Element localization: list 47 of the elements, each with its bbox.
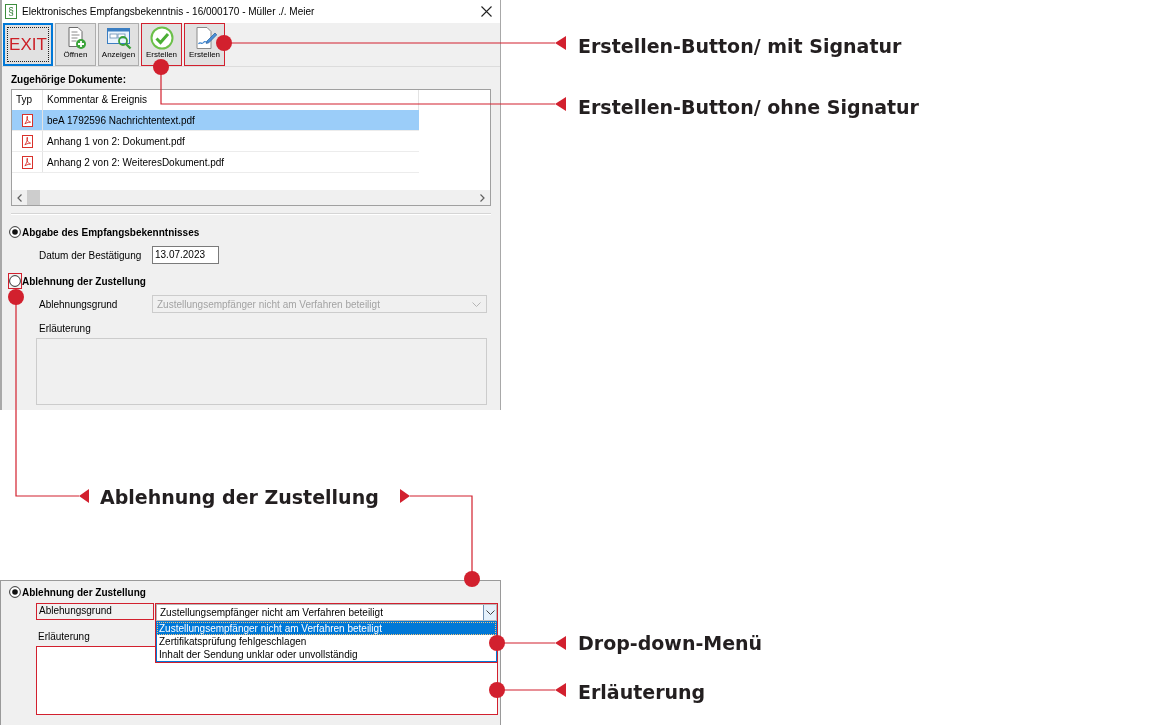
radio-button[interactable]: [9, 226, 21, 238]
chevron-left-icon: [17, 193, 22, 202]
field-label: Erläuterung: [38, 630, 90, 643]
dropdown-option[interactable]: Zustellungsempfänger nicht am Verfahren beteiligt: [157, 622, 496, 635]
file-name: Anhang 1 von 2: Dokument.pdf: [46, 135, 185, 147]
option-label: Ablehnung der Zustellung: [22, 586, 146, 598]
chevron-right-icon: [480, 193, 485, 202]
app-icon: §: [5, 4, 17, 19]
close-button[interactable]: [481, 6, 492, 17]
callout-label: Ablehnung der Zustellung: [100, 486, 379, 508]
open-button[interactable]: Öffnen: [55, 23, 96, 66]
dropdown-field[interactable]: Zustellungsempfänger nicht am Verfahren beteiligt: [156, 604, 497, 621]
callout-label: Erstellen-Button/ ohne Signatur: [578, 96, 919, 118]
dropdown-option[interactable]: Inhalt der Sendung unklar oder unvollständig: [157, 648, 360, 661]
view-button[interactable]: Anzeigen: [98, 23, 139, 66]
dropdown-option[interactable]: Zertifikatsprüfung fehlgeschlagen: [157, 635, 309, 648]
option-label: Ablehnung der Zustellung: [22, 275, 146, 287]
create-button[interactable]: Erstellen: [184, 23, 225, 66]
chevron-down-icon: [485, 610, 495, 615]
scrollbar-thumb[interactable]: [27, 190, 40, 205]
create-button[interactable]: Erstellen: [141, 23, 182, 66]
pdf-file-icon: [21, 134, 33, 148]
file-name: beA 1792596 Nachrichtentext.pdf: [46, 114, 195, 126]
pdf-file-icon: [21, 155, 33, 169]
callout-label: Erstellen-Button/ mit Signatur: [578, 35, 902, 57]
table-row[interactable]: Anhang 1 von 2: Dokument.pdf: [12, 131, 419, 152]
file-name: Anhang 2 von 2: WeiteresDokument.pdf: [46, 156, 225, 168]
callout-label: Drop-down-Menü: [578, 632, 763, 654]
field-label: Ablehnungsgrund: [39, 298, 119, 310]
field-label: Ablehungsgrund: [36, 603, 154, 620]
section-title: Zugehörige Dokumente:: [11, 73, 126, 87]
field-label: Datum der Bestätigung: [39, 249, 143, 261]
window-title: Elektronisches Empfangsbekenntnis - 16/000170 - Müller ./. Meier: [22, 6, 316, 17]
field-label: Erläuterung: [39, 322, 91, 335]
date-field[interactable]: 13.07.2023: [152, 246, 219, 264]
table-row[interactable]: beA 1792596 Nachrichtentext.pdf: [12, 110, 419, 131]
pdf-file-icon: [21, 113, 33, 127]
callout-label: Erläuterung: [578, 681, 706, 703]
close-icon: [481, 6, 492, 17]
chevron-down-icon: [472, 301, 481, 307]
exit-button[interactable]: EXIT: [3, 23, 53, 66]
radio-button[interactable]: [9, 586, 21, 598]
window-magnifier-icon: [105, 26, 132, 50]
table-row[interactable]: Anhang 2 von 2: WeiteresDokument.pdf: [12, 152, 419, 173]
option-label: Abgabe des Empfangsbekenntnisses: [22, 226, 200, 238]
check-circle-icon: [149, 26, 174, 50]
horizontal-scrollbar[interactable]: [12, 190, 490, 205]
